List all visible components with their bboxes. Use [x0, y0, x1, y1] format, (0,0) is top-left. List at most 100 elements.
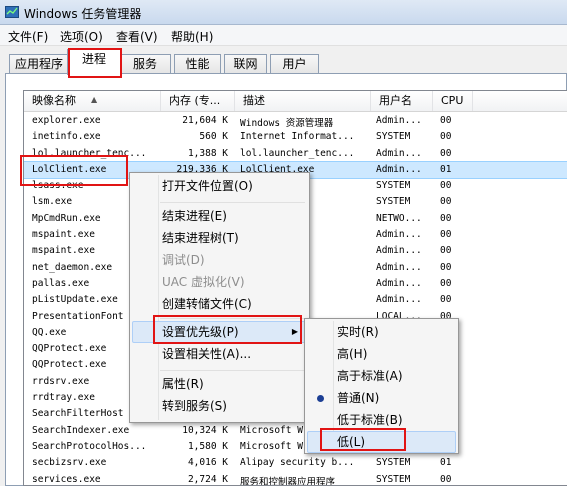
- column-image-name[interactable]: 映像名称 ▲: [24, 91, 161, 111]
- menu-debug: 调试(D): [162, 253, 205, 267]
- cell-memory: 560 K: [199, 131, 228, 143]
- table-row[interactable]: explorer.exe 21,604 K Windows 资源管理器 Admin..…: [24, 113, 567, 129]
- cell-description: Windows 资源管理器: [240, 118, 334, 129]
- context-menu: 打开文件位置(O) 结束进程(E) 结束进程树(T) 调试(D) UAC 虚拟化…: [129, 172, 310, 423]
- tab-services[interactable]: 服务: [119, 54, 171, 74]
- cell-username: Admin...: [376, 277, 422, 289]
- menu-create-dump-file[interactable]: 创建转储文件(C): [132, 293, 307, 315]
- cell-username: Admin...: [376, 261, 422, 273]
- cell-username: Admin...: [376, 229, 422, 241]
- table-row[interactable]: SearchProtocolHos... 1,580 K Microsoft W: [24, 439, 567, 455]
- radio-selected-icon: [317, 395, 324, 402]
- table-row[interactable]: secbizsrv.exe 4,016 K Alipay security b...…: [24, 455, 567, 471]
- menu-set-affinity[interactable]: 设置相关性(A)...: [132, 343, 307, 365]
- column-description[interactable]: 描述: [235, 91, 371, 111]
- cell-cpu: 00: [440, 277, 452, 289]
- table-row[interactable]: SearchIndexer.exe 10,324 K Microsoft W: [24, 423, 567, 439]
- menu-help[interactable]: 帮助(H): [171, 28, 213, 45]
- cell-username: Admin...: [376, 163, 422, 175]
- column-memory[interactable]: 内存 (专...: [161, 91, 235, 111]
- cell-cpu: 00: [440, 115, 452, 126]
- cell-memory: 1,388 K: [187, 147, 228, 159]
- priority-realtime[interactable]: 实时(R): [307, 321, 456, 343]
- menu-set-priority-label: 设置优先级(P): [162, 325, 239, 339]
- priority-submenu: 实时(R) 高(H) 高于标准(A) 普通(N) 低于标准(B) 低(L): [304, 318, 459, 454]
- menu-properties[interactable]: 属性(R): [132, 373, 307, 395]
- priority-below-normal[interactable]: 低于标准(B): [307, 409, 456, 431]
- title-bar: Windows 任务管理器: [0, 0, 567, 25]
- cell-memory: 1,580 K: [187, 440, 228, 452]
- cell-cpu: 00: [440, 180, 452, 192]
- menu-end-process-tree[interactable]: 结束进程树(T): [132, 227, 307, 249]
- tab-networking[interactable]: 联网: [224, 54, 267, 74]
- table-row[interactable]: lol.launcher_tenc... 1,388 K lol.launcher_…: [24, 146, 567, 162]
- cell-description: 服务和控制器应用程序: [240, 476, 336, 486]
- tab-users[interactable]: 用户: [270, 54, 319, 74]
- priority-normal-label: 普通(N): [337, 391, 380, 405]
- task-manager-icon: [5, 6, 19, 18]
- cell-cpu: 00: [440, 473, 452, 485]
- cell-description: Alipay security b...: [240, 457, 355, 469]
- menu-file[interactable]: 文件(F): [8, 28, 48, 45]
- priority-low[interactable]: 低(L): [307, 431, 456, 453]
- cell-cpu: 01: [440, 163, 452, 175]
- cell-memory: 10,324 K: [182, 424, 228, 436]
- cell-username: SYSTEM: [376, 180, 411, 192]
- cell-description: lol.launcher_tenc...: [240, 147, 355, 159]
- sort-arrow-icon: ▲: [91, 95, 98, 104]
- tab-performance[interactable]: 性能: [174, 54, 221, 74]
- menu-bar: 文件(F) 选项(O) 查看(V) 帮助(H): [0, 25, 567, 46]
- cell-cpu: 00: [440, 147, 452, 159]
- list-header: 映像名称 ▲ 内存 (专... 描述 用户名 CPU: [24, 91, 567, 112]
- cell-cpu: 00: [440, 245, 452, 257]
- cell-username: Admin...: [376, 147, 422, 159]
- priority-above-normal[interactable]: 高于标准(A): [307, 365, 456, 387]
- menu-go-to-service[interactable]: 转到服务(S): [132, 395, 307, 417]
- window-title: Windows 任务管理器: [24, 7, 142, 21]
- cell-image-name: secbizsrv.exe: [32, 457, 107, 469]
- cell-username: Admin...: [376, 245, 422, 257]
- cell-username: Admin...: [376, 115, 422, 126]
- cell-cpu: 00: [440, 196, 452, 208]
- column-username[interactable]: 用户名: [371, 91, 433, 111]
- table-row[interactable]: inetinfo.exe 560 K Internet Informat... SYS…: [24, 129, 567, 145]
- cell-username: SYSTEM: [376, 473, 411, 485]
- cell-username: NETWO...: [376, 212, 422, 224]
- cell-memory: 2,724 K: [187, 473, 228, 485]
- cell-cpu: 00: [440, 294, 452, 306]
- tab-strip: 应用程序 进程 服务 性能 联网 用户: [0, 46, 567, 75]
- cell-username: SYSTEM: [376, 131, 411, 143]
- menu-uac-virtualization: UAC 虚拟化(V): [162, 275, 245, 289]
- cell-image-name: SearchIndexer.exe: [32, 424, 130, 436]
- menu-separator: [160, 318, 305, 319]
- column-label: 映像名称: [32, 94, 76, 107]
- menu-end-process[interactable]: 结束进程(E): [132, 205, 307, 227]
- priority-high[interactable]: 高(H): [307, 343, 456, 365]
- cell-image-name: inetinfo.exe: [32, 131, 101, 143]
- cell-image-name: lol.launcher_tenc...: [32, 147, 147, 159]
- cell-cpu: 01: [440, 457, 452, 469]
- tab-applications[interactable]: 应用程序: [9, 54, 69, 74]
- menu-set-priority[interactable]: 设置优先级(P) ▶: [132, 321, 307, 343]
- cell-cpu: 00: [440, 212, 452, 224]
- cell-memory: 21,604 K: [182, 115, 228, 126]
- cell-description: Internet Informat...: [240, 131, 355, 143]
- menu-separator: [160, 370, 305, 371]
- cell-username: SYSTEM: [376, 457, 411, 469]
- priority-normal[interactable]: 普通(N): [307, 387, 456, 409]
- cell-cpu: 00: [440, 229, 452, 241]
- tab-processes[interactable]: 进程: [67, 49, 121, 75]
- cell-image-name: explorer.exe: [32, 115, 101, 126]
- cell-image-name: SearchProtocolHos...: [32, 440, 147, 452]
- cell-cpu: 00: [440, 261, 452, 273]
- menu-options[interactable]: 选项(O): [60, 28, 103, 45]
- submenu-arrow-icon: ▶: [291, 327, 298, 336]
- cell-image-name: services.exe: [32, 473, 101, 485]
- cell-username: Admin...: [376, 294, 422, 306]
- cell-username: SYSTEM: [376, 196, 411, 208]
- menu-view[interactable]: 查看(V): [116, 28, 158, 45]
- cell-cpu: 00: [440, 131, 452, 143]
- column-cpu[interactable]: CPU: [433, 91, 473, 111]
- menu-open-file-location[interactable]: 打开文件位置(O): [132, 175, 307, 197]
- cell-memory: 4,016 K: [187, 457, 228, 469]
